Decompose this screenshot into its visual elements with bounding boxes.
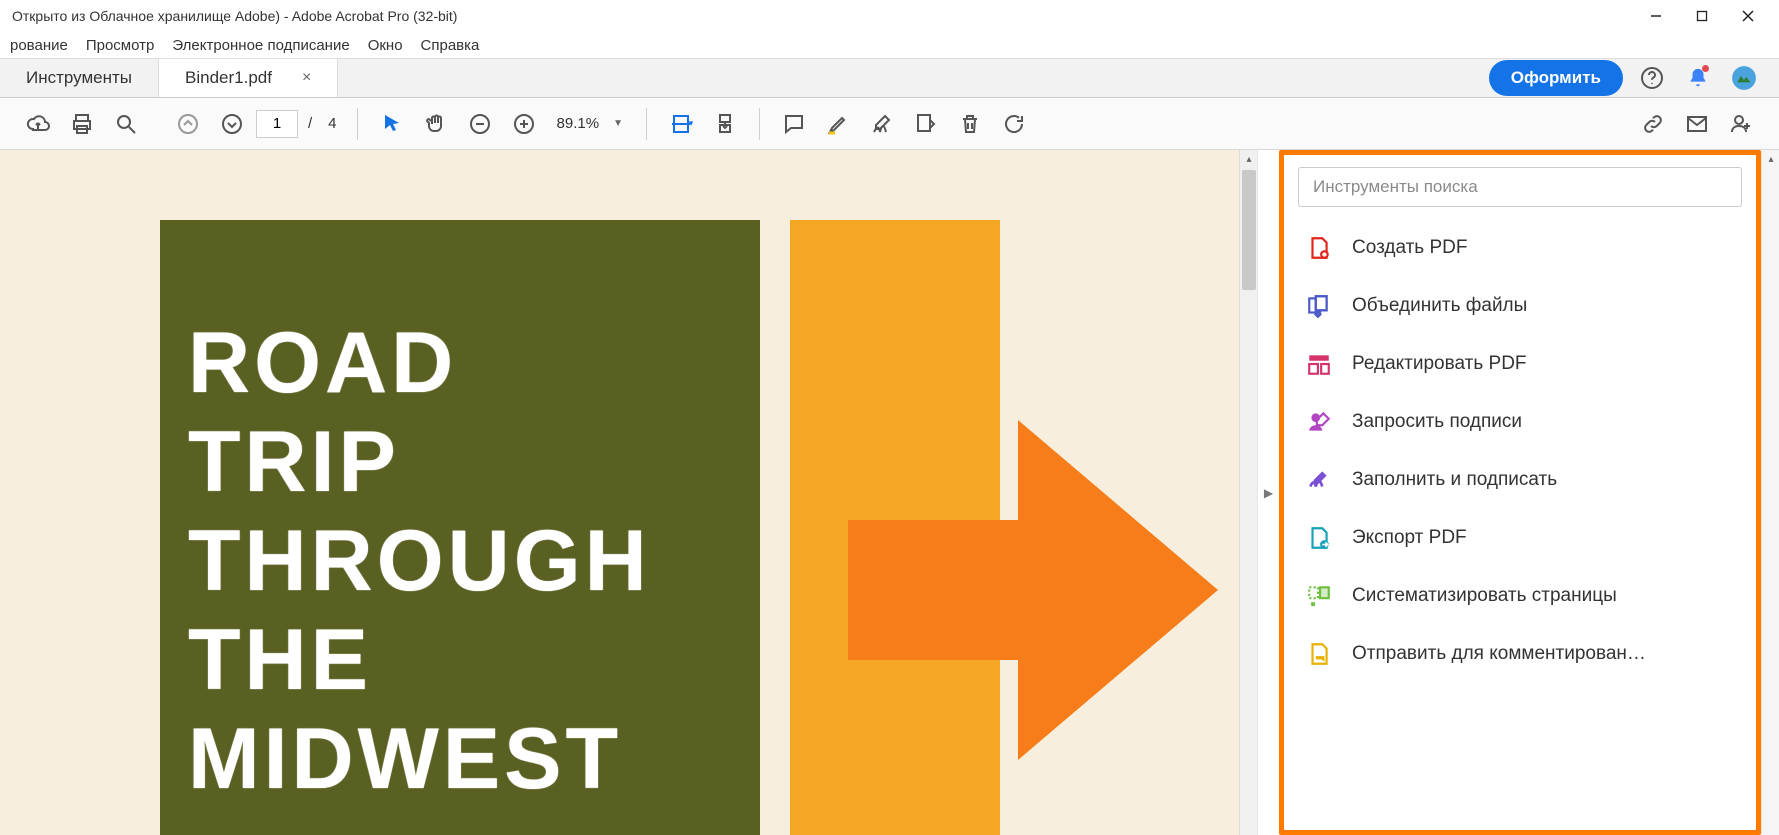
pointer-icon[interactable] (372, 104, 412, 144)
main-area: ROAD TRIP THROUGH THE MIDWEST ▴ ▶ Создат… (0, 150, 1779, 835)
scroll-thumb[interactable] (1242, 170, 1256, 290)
hand-icon[interactable] (416, 104, 456, 144)
panel-scrollbar[interactable]: ▴ (1761, 150, 1779, 835)
share-link-icon[interactable] (1633, 104, 1673, 144)
tool-item-combine-files[interactable]: Объединить файлы (1284, 277, 1756, 335)
page-total: 4 (322, 115, 342, 132)
rotate-icon[interactable] (994, 104, 1034, 144)
tools-search-input[interactable] (1298, 167, 1742, 207)
tool-item-fill-sign[interactable]: Заполнить и подписать (1284, 451, 1756, 509)
tools-search-wrap (1298, 167, 1742, 207)
help-icon[interactable] (1635, 61, 1669, 95)
panel-collapse-handle[interactable]: ▶ (1257, 150, 1279, 835)
email-icon[interactable] (1677, 104, 1717, 144)
print-icon[interactable] (62, 104, 102, 144)
tool-item-organize-pages[interactable]: Систематизировать страницы (1284, 567, 1756, 625)
fit-width-icon[interactable]: ▾ (661, 104, 701, 144)
tab-document[interactable]: Binder1.pdf × (159, 59, 338, 97)
tool-item-send-comment[interactable]: Отправить для комментирован… (1284, 625, 1756, 683)
highlight-icon[interactable] (818, 104, 858, 144)
tabbar: Инструменты Binder1.pdf × Оформить (0, 58, 1779, 98)
sign-icon[interactable] (862, 104, 902, 144)
window-title: Открыто из Облачное хранилище Adobe) - A… (8, 8, 457, 24)
menu-item[interactable]: Справка (421, 37, 480, 54)
delete-icon[interactable] (950, 104, 990, 144)
menu-item[interactable]: Просмотр (86, 37, 155, 54)
edit-text-icon[interactable] (906, 104, 946, 144)
tools-panel: Создать PDF Объединить файлы Редактировать… (1279, 150, 1761, 835)
titlebar: Открыто из Облачное хранилище Adobe) - A… (0, 0, 1779, 32)
tab-label: Binder1.pdf (185, 68, 272, 88)
organize-pages-icon (1304, 581, 1334, 611)
tool-item-request-sign[interactable]: Запросить подписи (1284, 393, 1756, 451)
create-pdf-icon (1304, 233, 1334, 263)
page-separator: / (302, 115, 318, 132)
search-icon[interactable] (106, 104, 146, 144)
menu-item[interactable]: Электронное подписание (172, 37, 349, 54)
zoom-in-icon[interactable] (504, 104, 544, 144)
tool-item-label: Объединить файлы (1352, 295, 1736, 317)
tool-item-label: Отправить для комментирован… (1352, 643, 1736, 665)
request-sign-icon (1304, 407, 1334, 437)
header-actions: Оформить (1489, 59, 1779, 97)
profile-avatar[interactable] (1727, 61, 1761, 95)
toolbar: / 4 89.1% ▼ ▾ (0, 98, 1779, 150)
caret-down-icon: ▼ (613, 118, 623, 129)
tool-item-label: Заполнить и подписать (1352, 469, 1736, 491)
tool-item-export-pdf[interactable]: Экспорт PDF (1284, 509, 1756, 567)
scroll-mode-icon[interactable] (705, 104, 745, 144)
zoom-value: 89.1% (557, 115, 600, 132)
send-comment-icon (1304, 639, 1334, 669)
document-viewport[interactable]: ROAD TRIP THROUGH THE MIDWEST ▴ (0, 150, 1257, 835)
fill-sign-icon (1304, 465, 1334, 495)
vertical-scrollbar[interactable]: ▴ (1239, 150, 1257, 835)
menubar: рование Просмотр Электронное подписание … (0, 32, 1779, 58)
subscribe-button[interactable]: Оформить (1489, 60, 1623, 96)
page-up-icon[interactable] (168, 104, 208, 144)
tool-item-label: Создать PDF (1352, 237, 1736, 259)
scroll-up-icon[interactable]: ▴ (1240, 150, 1257, 168)
combine-files-icon (1304, 291, 1334, 321)
document-block-olive: ROAD TRIP THROUGH THE MIDWEST (160, 220, 760, 835)
tool-item-label: Редактировать PDF (1352, 353, 1736, 375)
menu-item[interactable]: Окно (368, 37, 403, 54)
save-cloud-icon[interactable] (18, 104, 58, 144)
zoom-select[interactable]: 89.1% ▼ (548, 109, 632, 139)
edit-pdf-icon (1304, 349, 1334, 379)
tool-item-label: Систематизировать страницы (1352, 585, 1736, 607)
zoom-out-icon[interactable] (460, 104, 500, 144)
tool-item-label: Запросить подписи (1352, 411, 1736, 433)
scroll-up-icon[interactable]: ▴ (1762, 150, 1779, 168)
tab-tools[interactable]: Инструменты (0, 59, 159, 97)
tab-close-icon[interactable]: × (302, 69, 311, 87)
tab-label: Инструменты (26, 68, 132, 88)
page-number-input[interactable] (256, 110, 298, 138)
window-controls (1633, 0, 1771, 32)
minimize-button[interactable] (1633, 0, 1679, 32)
tools-list: Создать PDF Объединить файлы Редактировать… (1284, 215, 1756, 830)
tool-item-edit-pdf[interactable]: Редактировать PDF (1284, 335, 1756, 393)
close-button[interactable] (1725, 0, 1771, 32)
export-pdf-icon (1304, 523, 1334, 553)
maximize-button[interactable] (1679, 0, 1725, 32)
tool-item-label: Экспорт PDF (1352, 527, 1736, 549)
menu-item[interactable]: рование (10, 37, 68, 54)
page-down-icon[interactable] (212, 104, 252, 144)
document-heading: ROAD TRIP THROUGH THE MIDWEST (160, 220, 760, 808)
comment-icon[interactable] (774, 104, 814, 144)
arrow-icon (848, 400, 1228, 780)
tool-item-create-pdf[interactable]: Создать PDF (1284, 219, 1756, 277)
notifications-icon[interactable] (1681, 61, 1715, 95)
share-people-icon[interactable] (1721, 104, 1761, 144)
